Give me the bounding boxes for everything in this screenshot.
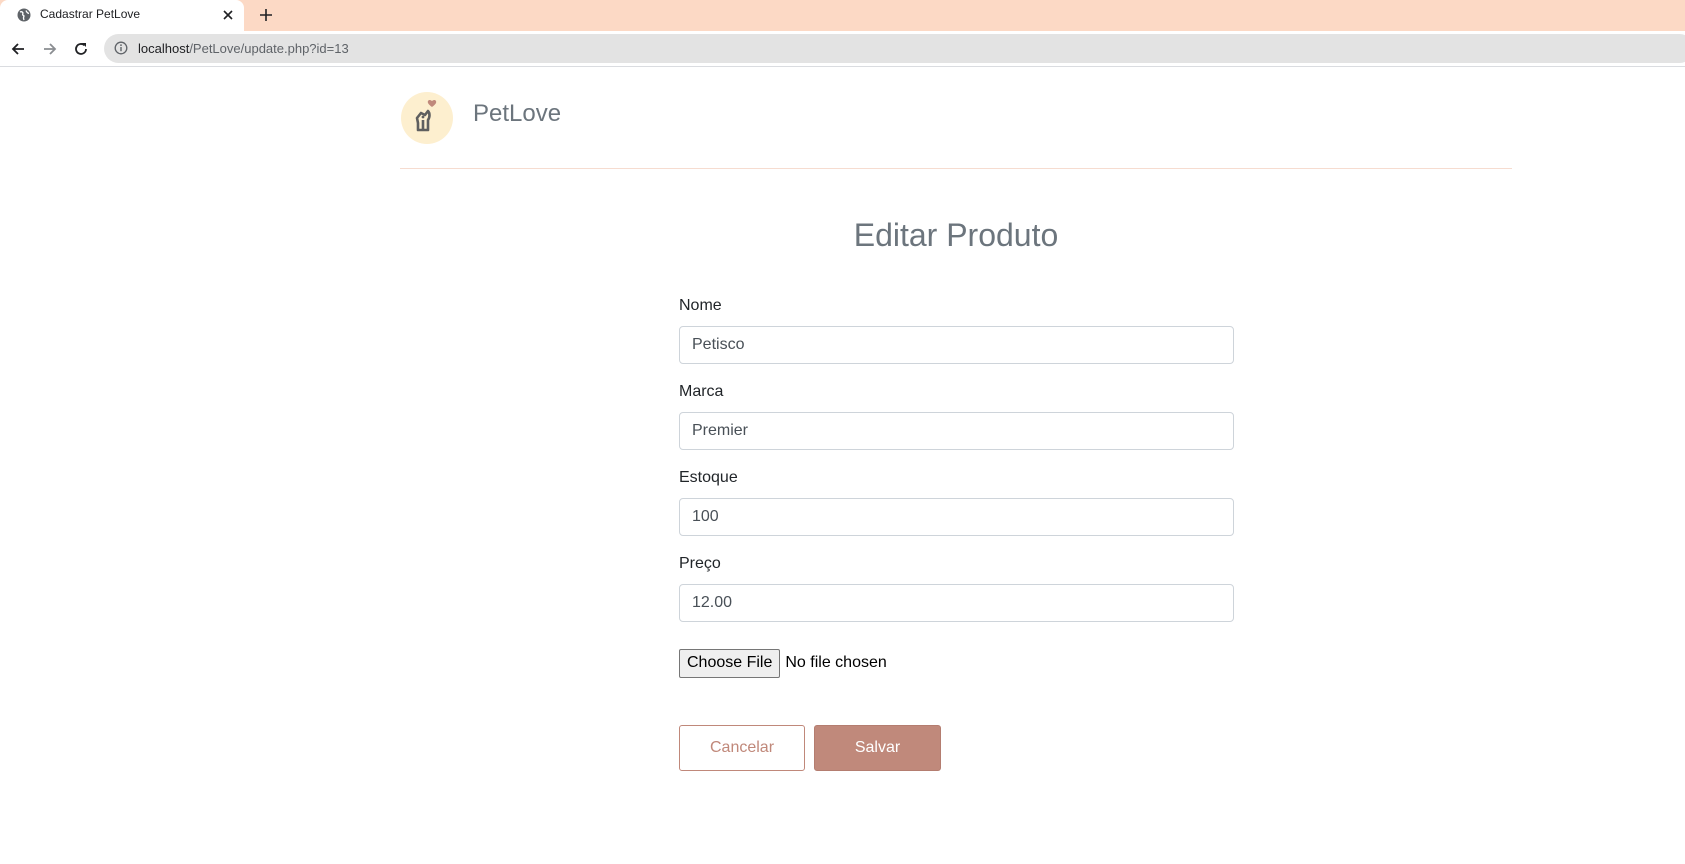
save-button[interactable]: Salvar <box>814 725 941 771</box>
form-group-marca: Marca <box>679 383 1234 450</box>
nome-input[interactable] <box>679 326 1234 364</box>
estoque-input[interactable] <box>679 498 1234 536</box>
url-path: /PetLove/update.php?id=13 <box>189 41 349 56</box>
form-group-nome: Nome <box>679 297 1234 364</box>
nome-label: Nome <box>679 297 722 314</box>
browser-toolbar: localhost/PetLove/update.php?id=13 <box>0 31 1685 67</box>
file-status: No file chosen <box>785 654 887 671</box>
address-bar[interactable]: localhost/PetLove/update.php?id=13 <box>104 34 1685 63</box>
brand-name[interactable]: PetLove <box>473 100 561 128</box>
estoque-label: Estoque <box>679 469 738 486</box>
cancel-button[interactable]: Cancelar <box>679 725 805 771</box>
reload-icon[interactable] <box>71 39 91 59</box>
form-group-preco: Preço <box>679 555 1234 622</box>
url-host: localhost <box>138 41 190 56</box>
marca-input[interactable] <box>679 412 1234 450</box>
browser-tab[interactable]: Cadastrar PetLove <box>0 0 244 31</box>
arrow-right-icon[interactable] <box>40 39 60 59</box>
choose-file-button[interactable]: Choose File <box>679 648 781 678</box>
preco-label: Preço <box>679 555 721 572</box>
site-header: PetLove <box>400 90 1512 169</box>
marca-label: Marca <box>679 383 724 400</box>
url-text[interactable]: localhost/PetLove/update.php?id=13 <box>138 41 349 56</box>
pet-heart-logo[interactable] <box>401 92 453 144</box>
page-title: Editar Produto <box>853 217 1059 253</box>
arrow-left-icon[interactable] <box>8 39 28 59</box>
globe-icon <box>16 7 32 23</box>
plus-icon[interactable] <box>256 5 276 25</box>
tab-title: Cadastrar PetLove <box>40 7 141 21</box>
info-icon[interactable] <box>114 41 128 55</box>
file-upload: Choose File No file chosen <box>679 648 887 678</box>
browser-tab-strip: Cadastrar PetLove <box>0 0 1685 31</box>
form-group-estoque: Estoque <box>679 469 1234 536</box>
preco-input[interactable] <box>679 584 1234 622</box>
close-icon[interactable] <box>219 6 237 24</box>
